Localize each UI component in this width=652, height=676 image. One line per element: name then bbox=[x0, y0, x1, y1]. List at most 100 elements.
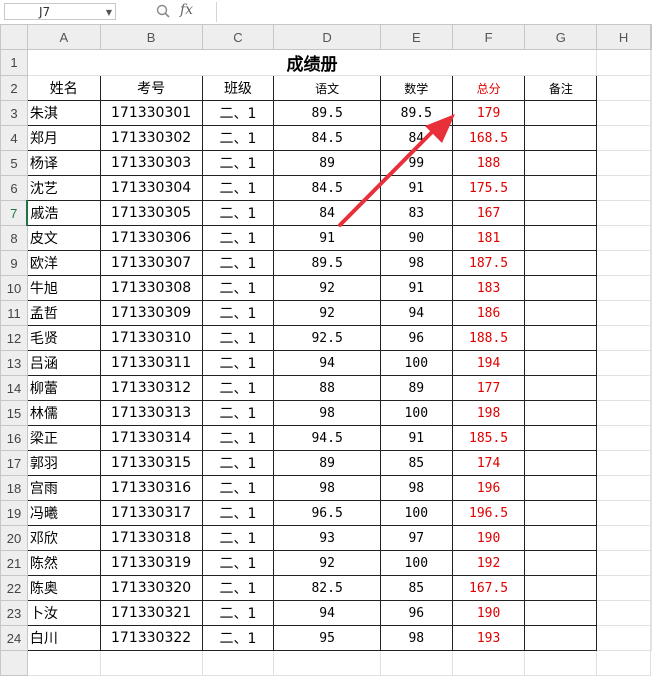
cell[interactable] bbox=[451, 650, 526, 676]
cell-remark[interactable] bbox=[524, 600, 598, 626]
cell-chinese[interactable]: 98 bbox=[273, 475, 381, 501]
cell-class[interactable]: 二、1 bbox=[201, 200, 275, 226]
cell[interactable] bbox=[596, 300, 651, 326]
row-header-15[interactable]: 15 bbox=[0, 400, 28, 426]
cell-total[interactable]: 198 bbox=[451, 400, 526, 426]
column-label[interactable]: 考号 bbox=[99, 75, 203, 101]
cell-class[interactable]: 二、1 bbox=[201, 600, 275, 626]
cell-id[interactable]: 171330311 bbox=[99, 350, 203, 376]
cell-chinese[interactable]: 82.5 bbox=[273, 575, 381, 601]
row-header-13[interactable]: 13 bbox=[0, 350, 28, 376]
cell-name[interactable]: 梁正 bbox=[26, 425, 101, 451]
cell-class[interactable]: 二、1 bbox=[201, 500, 275, 526]
cell-total[interactable]: 181 bbox=[451, 225, 526, 251]
cell-name[interactable]: 陈然 bbox=[26, 550, 101, 576]
cell-remark[interactable] bbox=[524, 125, 598, 151]
row-header-9[interactable]: 9 bbox=[0, 250, 28, 276]
cell-name[interactable]: 卜汝 bbox=[26, 600, 101, 626]
cell[interactable] bbox=[596, 200, 651, 226]
cell-remark[interactable] bbox=[524, 225, 598, 251]
column-header-E[interactable]: E bbox=[379, 24, 453, 50]
cell-chinese[interactable]: 89.5 bbox=[273, 250, 381, 276]
cell-chinese[interactable]: 88 bbox=[273, 375, 381, 401]
cell-name[interactable]: 柳蕾 bbox=[26, 375, 101, 401]
cell-chinese[interactable]: 93 bbox=[273, 525, 381, 551]
cell[interactable] bbox=[596, 375, 651, 401]
cell-class[interactable]: 二、1 bbox=[201, 525, 275, 551]
cell[interactable] bbox=[650, 150, 652, 176]
cell-id[interactable]: 171330307 bbox=[99, 250, 203, 276]
cell-remark[interactable] bbox=[524, 525, 598, 551]
cell-class[interactable]: 二、1 bbox=[201, 275, 275, 301]
cell-name[interactable]: 陈奥 bbox=[26, 575, 101, 601]
cell-class[interactable]: 二、1 bbox=[201, 400, 275, 426]
cell-remark[interactable] bbox=[524, 575, 598, 601]
cell-math[interactable]: 91 bbox=[379, 175, 453, 201]
cell-class[interactable]: 二、1 bbox=[201, 625, 275, 651]
column-label[interactable]: 语文 bbox=[273, 75, 381, 101]
cell-name[interactable]: 郭羽 bbox=[26, 450, 101, 476]
cell[interactable] bbox=[650, 500, 652, 526]
cell-name[interactable]: 戚浩 bbox=[26, 200, 101, 226]
cell-name[interactable]: 白川 bbox=[26, 625, 101, 651]
cell[interactable] bbox=[650, 125, 652, 151]
cell-chinese[interactable]: 84.5 bbox=[273, 175, 381, 201]
cell-class[interactable]: 二、1 bbox=[201, 125, 275, 151]
cell[interactable] bbox=[596, 100, 651, 126]
cell-class[interactable]: 二、1 bbox=[201, 225, 275, 251]
cell[interactable] bbox=[650, 400, 652, 426]
column-header-C[interactable]: C bbox=[201, 24, 275, 50]
row-header-5[interactable]: 5 bbox=[0, 150, 28, 176]
row-header-3[interactable]: 3 bbox=[0, 100, 28, 126]
cell-name[interactable]: 毛贤 bbox=[26, 325, 101, 351]
cell[interactable] bbox=[99, 650, 203, 676]
cell-name[interactable]: 牛旭 bbox=[26, 275, 101, 301]
cell[interactable] bbox=[596, 400, 651, 426]
cell-name[interactable]: 冯曦 bbox=[26, 500, 101, 526]
cell[interactable] bbox=[650, 75, 652, 101]
row-header-16[interactable]: 16 bbox=[0, 425, 28, 451]
cell-total[interactable]: 188.5 bbox=[451, 325, 526, 351]
cell-math[interactable]: 100 bbox=[379, 550, 453, 576]
sheet-title[interactable]: 成绩册 bbox=[26, 49, 598, 76]
cell-total[interactable]: 187.5 bbox=[451, 250, 526, 276]
column-header-F[interactable]: F bbox=[451, 24, 526, 50]
cell-name[interactable]: 林儒 bbox=[26, 400, 101, 426]
row-header-12[interactable]: 12 bbox=[0, 325, 28, 351]
cell-id[interactable]: 171330319 bbox=[99, 550, 203, 576]
cell-total[interactable]: 179 bbox=[451, 100, 526, 126]
cell-math[interactable]: 99 bbox=[379, 150, 453, 176]
cell-math[interactable]: 100 bbox=[379, 400, 453, 426]
cell-chinese[interactable]: 84 bbox=[273, 200, 381, 226]
cell[interactable] bbox=[650, 550, 652, 576]
cell[interactable] bbox=[596, 325, 651, 351]
cell-math[interactable]: 83 bbox=[379, 200, 453, 226]
cell-id[interactable]: 171330301 bbox=[99, 100, 203, 126]
cell-chinese[interactable]: 94.5 bbox=[273, 425, 381, 451]
cell-chinese[interactable]: 92 bbox=[273, 550, 381, 576]
cell-class[interactable]: 二、1 bbox=[201, 550, 275, 576]
row-header-11[interactable]: 11 bbox=[0, 300, 28, 326]
cell-class[interactable]: 二、1 bbox=[201, 475, 275, 501]
cell[interactable] bbox=[596, 475, 651, 501]
cell[interactable] bbox=[650, 175, 652, 201]
cell-math[interactable]: 90 bbox=[379, 225, 453, 251]
cell[interactable] bbox=[650, 200, 652, 226]
cell-total[interactable]: 175.5 bbox=[451, 175, 526, 201]
cell-math[interactable]: 96 bbox=[379, 600, 453, 626]
cell-name[interactable]: 杨译 bbox=[26, 150, 101, 176]
cell-id[interactable]: 171330315 bbox=[99, 450, 203, 476]
row-header-19[interactable]: 19 bbox=[0, 500, 28, 526]
column-header-B[interactable]: B bbox=[99, 24, 203, 50]
cell[interactable] bbox=[596, 525, 651, 551]
cell-math[interactable]: 98 bbox=[379, 625, 453, 651]
cell-math[interactable]: 84 bbox=[379, 125, 453, 151]
cell-class[interactable]: 二、1 bbox=[201, 250, 275, 276]
cell-remark[interactable] bbox=[524, 325, 598, 351]
column-label[interactable]: 备注 bbox=[524, 75, 598, 101]
cell-id[interactable]: 171330320 bbox=[99, 575, 203, 601]
row-header-1[interactable]: 1 bbox=[0, 49, 28, 76]
cell-total[interactable]: 188 bbox=[451, 150, 526, 176]
cell[interactable] bbox=[596, 425, 651, 451]
cell-math[interactable]: 91 bbox=[379, 275, 453, 301]
